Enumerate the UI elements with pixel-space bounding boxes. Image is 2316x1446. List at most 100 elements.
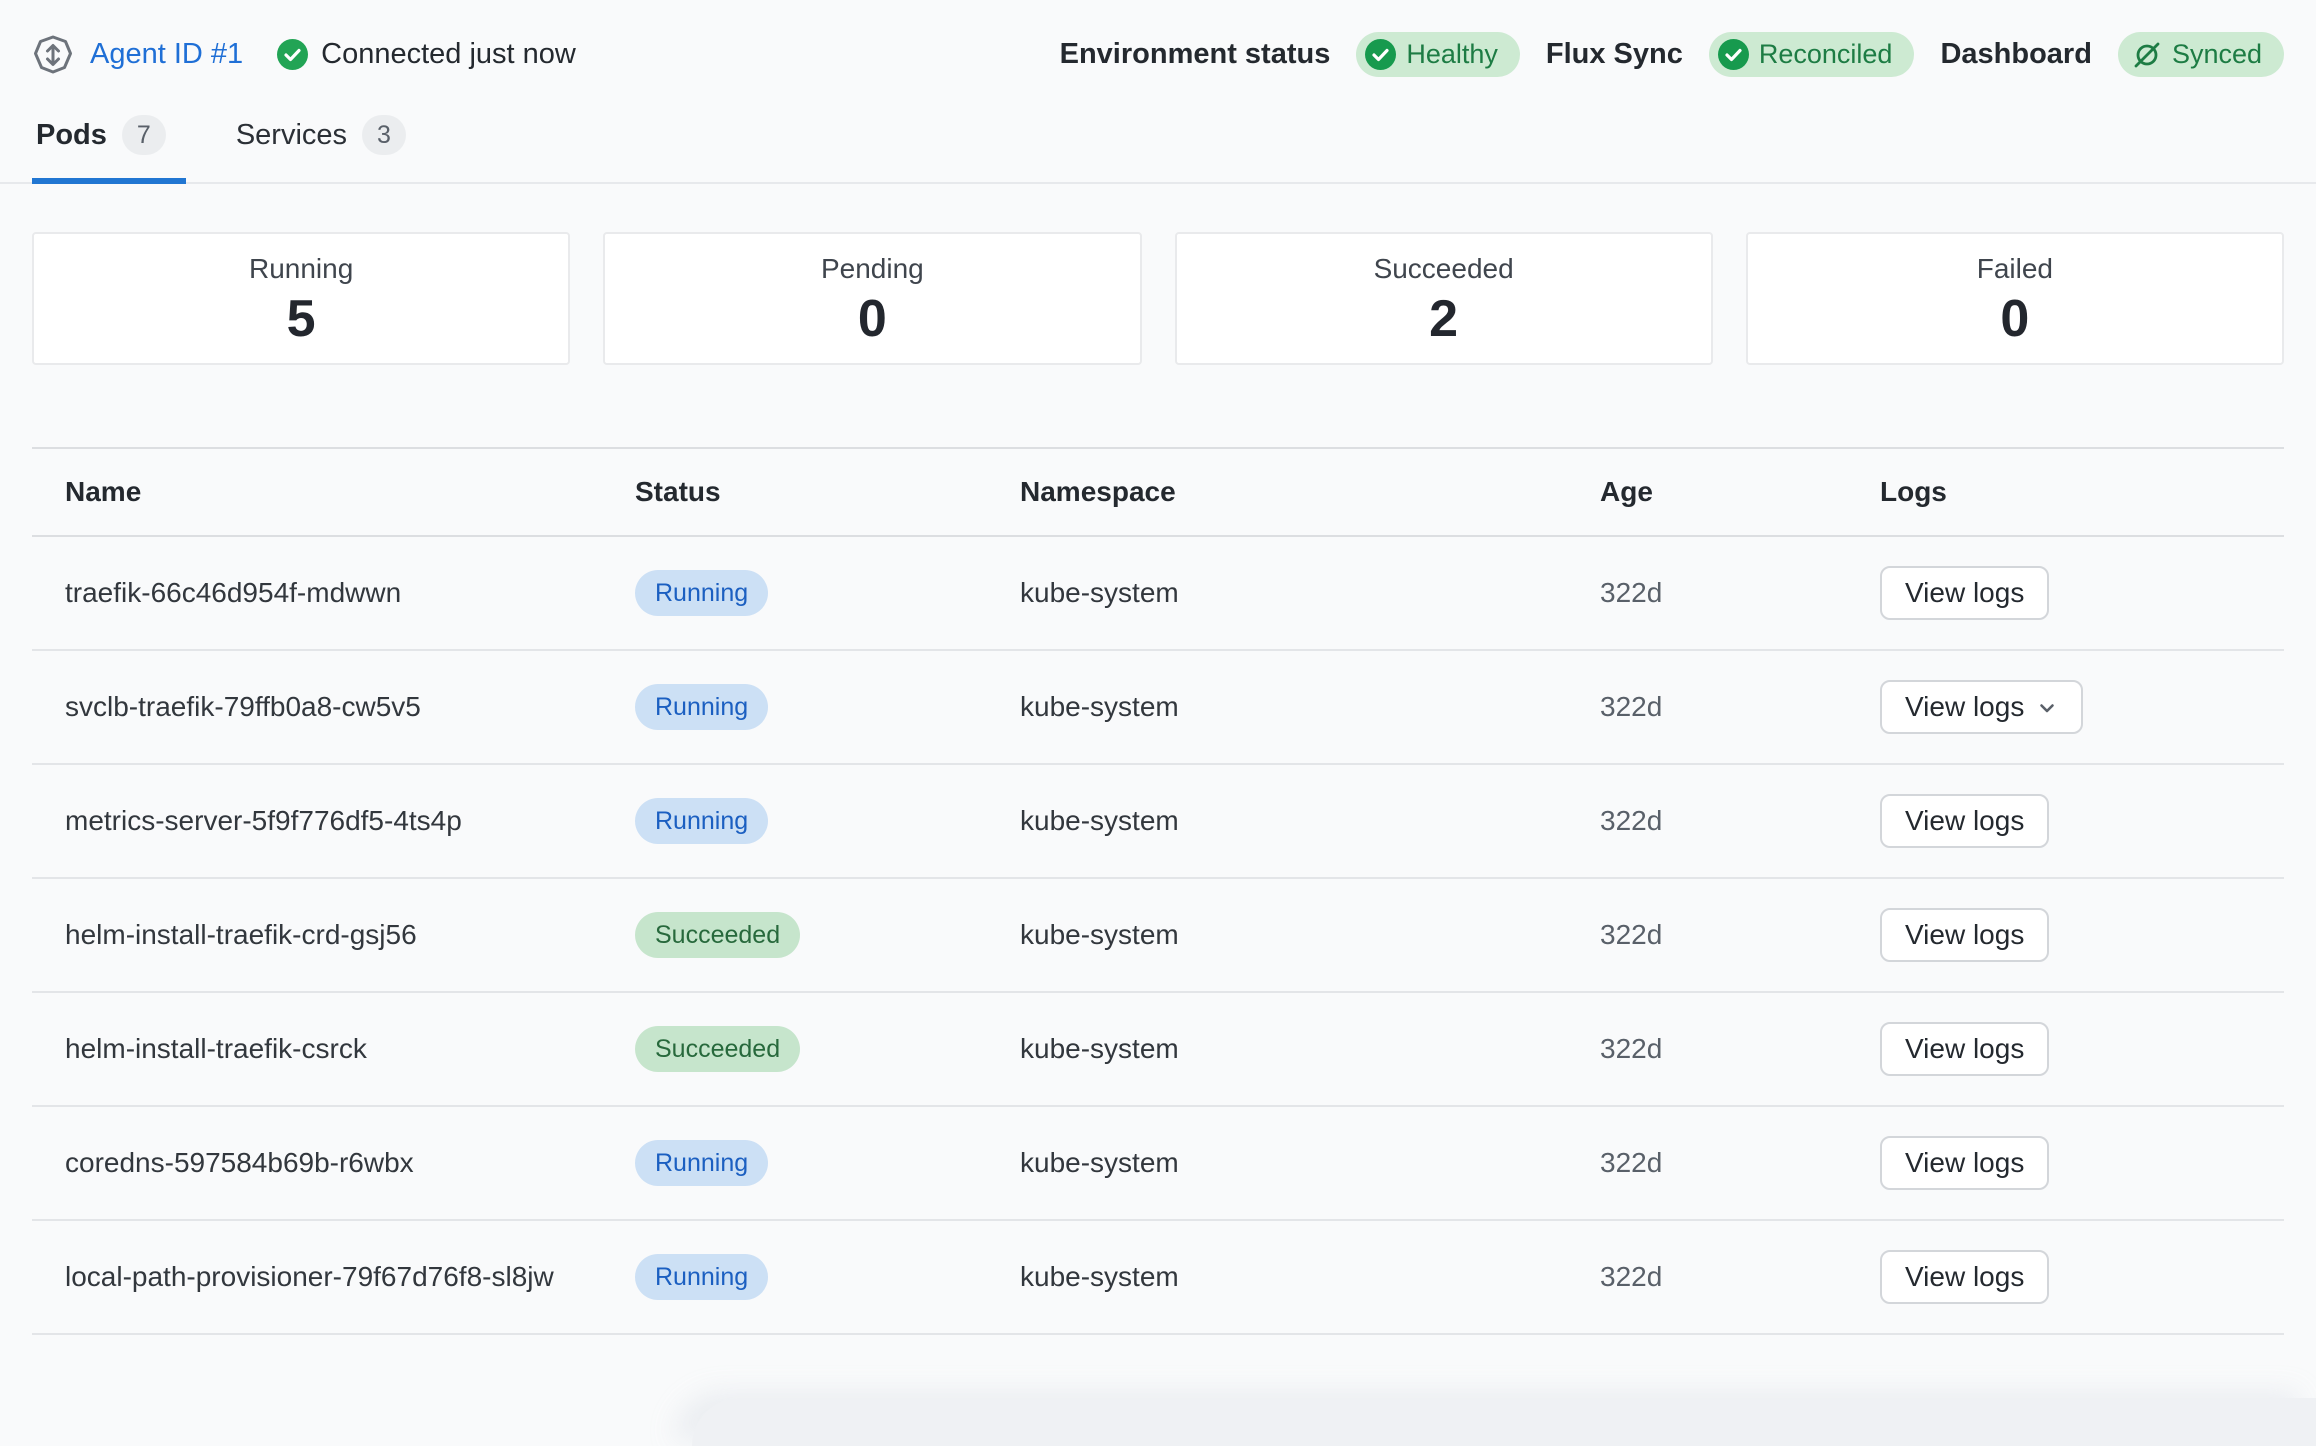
table-row: svclb-traefik-79ffb0a8-cw5v5 Running kub… bbox=[32, 651, 2284, 765]
pod-status-badge: Succeeded bbox=[635, 1026, 800, 1072]
view-logs-label: View logs bbox=[1905, 691, 2024, 723]
stat-card: Running 5 bbox=[32, 232, 570, 365]
view-logs-button[interactable]: View logs bbox=[1880, 566, 2049, 620]
view-logs-button[interactable]: View logs bbox=[1880, 1022, 2049, 1076]
view-logs-button[interactable]: View logs bbox=[1880, 908, 2049, 962]
pod-logs-cell: View logs bbox=[1880, 680, 2284, 734]
table-row: traefik-66c46d954f-mdwwn Running kube-sy… bbox=[32, 537, 2284, 651]
view-logs-label: View logs bbox=[1905, 1147, 2024, 1179]
dashboard-label: Dashboard bbox=[1940, 38, 2091, 71]
pod-age: 322d bbox=[1600, 1261, 1880, 1293]
pod-namespace: kube-system bbox=[1020, 577, 1600, 609]
stat-label: Failed bbox=[1977, 253, 2053, 285]
column-header-status: Status bbox=[635, 476, 1020, 508]
reconciled-badge: Reconciled bbox=[1709, 32, 1915, 77]
pods-table: Name Status Namespace Age Logs traefik-6… bbox=[32, 447, 2284, 1335]
pod-status-badge: Running bbox=[635, 798, 768, 844]
pod-status-badge: Running bbox=[635, 570, 768, 616]
table-row: helm-install-traefik-csrck Succeeded kub… bbox=[32, 993, 2284, 1107]
pod-namespace: kube-system bbox=[1020, 691, 1600, 723]
table-row: metrics-server-5f9f776df5-4ts4p Running … bbox=[32, 765, 2284, 879]
view-logs-label: View logs bbox=[1905, 919, 2024, 951]
pod-age: 322d bbox=[1600, 919, 1880, 951]
tab-services-count-badge: 3 bbox=[362, 115, 406, 155]
table-row: coredns-597584b69b-r6wbx Running kube-sy… bbox=[32, 1107, 2284, 1221]
pod-namespace: kube-system bbox=[1020, 805, 1600, 837]
stat-value: 5 bbox=[287, 293, 316, 345]
stat-value: 0 bbox=[858, 293, 887, 345]
view-logs-label: View logs bbox=[1905, 1033, 2024, 1065]
pod-namespace: kube-system bbox=[1020, 919, 1600, 951]
pod-status-cell: Running bbox=[635, 1140, 768, 1186]
table-row: helm-install-traefik-crd-gsj56 Succeeded… bbox=[32, 879, 2284, 993]
flux-sync-label: Flux Sync bbox=[1546, 38, 1683, 71]
view-logs-label: View logs bbox=[1905, 577, 2024, 609]
pod-namespace: kube-system bbox=[1020, 1261, 1600, 1293]
check-circle-icon bbox=[277, 39, 308, 70]
pod-name: local-path-provisioner-79f67d76f8-sl8jw bbox=[65, 1257, 635, 1298]
stat-value: 0 bbox=[2000, 293, 2029, 345]
column-header-age: Age bbox=[1600, 476, 1880, 508]
tab-bar: Pods 7 Services 3 bbox=[0, 101, 2316, 184]
healthy-badge: Healthy bbox=[1356, 32, 1520, 77]
pod-logs-cell: View logs bbox=[1880, 566, 2284, 620]
stat-card: Failed 0 bbox=[1746, 232, 2284, 365]
view-logs-button[interactable]: View logs bbox=[1880, 1136, 2049, 1190]
pod-logs-cell: View logs bbox=[1880, 1250, 2284, 1304]
table-body: traefik-66c46d954f-mdwwn Running kube-sy… bbox=[32, 537, 2284, 1335]
sync-slash-circle-icon bbox=[2132, 40, 2162, 70]
tab-pods[interactable]: Pods 7 bbox=[32, 101, 186, 182]
view-logs-label: View logs bbox=[1905, 805, 2024, 837]
stat-value: 2 bbox=[1429, 293, 1458, 345]
pod-status-cell: Running bbox=[635, 1254, 768, 1300]
synced-badge: Synced bbox=[2118, 32, 2284, 77]
stat-card: Pending 0 bbox=[603, 232, 1141, 365]
view-logs-button[interactable]: View logs bbox=[1880, 680, 2083, 734]
check-circle-icon bbox=[1718, 39, 1749, 70]
view-logs-button[interactable]: View logs bbox=[1880, 1250, 2049, 1304]
connection-status: Connected just now bbox=[277, 38, 576, 71]
pod-age: 322d bbox=[1600, 1147, 1880, 1179]
pod-name: coredns-597584b69b-r6wbx bbox=[65, 1143, 635, 1184]
view-logs-button[interactable]: View logs bbox=[1880, 794, 2049, 848]
check-circle-icon bbox=[1365, 39, 1396, 70]
column-header-logs: Logs bbox=[1880, 476, 2284, 508]
chevron-down-icon bbox=[2036, 697, 2058, 719]
environment-status-label: Environment status bbox=[1060, 38, 1331, 71]
pod-logs-cell: View logs bbox=[1880, 1136, 2284, 1190]
pod-status-cell: Succeeded bbox=[635, 1026, 800, 1072]
table-row: local-path-provisioner-79f67d76f8-sl8jw … bbox=[32, 1221, 2284, 1335]
stat-card: Succeeded 2 bbox=[1175, 232, 1713, 365]
pod-name: traefik-66c46d954f-mdwwn bbox=[65, 573, 635, 614]
agent-id-link[interactable]: Agent ID #1 bbox=[90, 38, 243, 71]
stat-label: Pending bbox=[821, 253, 924, 285]
pod-namespace: kube-system bbox=[1020, 1033, 1600, 1065]
pod-age: 322d bbox=[1600, 691, 1880, 723]
pod-status-badge: Succeeded bbox=[635, 912, 800, 958]
pod-name: metrics-server-5f9f776df5-4ts4p bbox=[65, 801, 635, 842]
pod-name: helm-install-traefik-crd-gsj56 bbox=[65, 915, 635, 956]
agent-info-group: Agent ID #1 Connected just now bbox=[32, 34, 576, 76]
pod-namespace: kube-system bbox=[1020, 1147, 1600, 1179]
tab-services[interactable]: Services 3 bbox=[232, 101, 426, 182]
pod-logs-cell: View logs bbox=[1880, 794, 2284, 848]
column-header-name: Name bbox=[65, 476, 635, 508]
pod-name: svclb-traefik-79ffb0a8-cw5v5 bbox=[65, 687, 635, 728]
top-bar: Agent ID #1 Connected just now Environme… bbox=[0, 0, 2316, 101]
pod-stats-cards: Running 5 Pending 0 Succeeded 2 Failed 0 bbox=[32, 232, 2284, 365]
tab-services-label: Services bbox=[236, 119, 347, 152]
pod-age: 322d bbox=[1600, 805, 1880, 837]
pod-age: 322d bbox=[1600, 577, 1880, 609]
environment-status-group: Environment status Healthy Flux Sync Rec… bbox=[1060, 32, 2284, 77]
stat-label: Running bbox=[249, 253, 353, 285]
pod-status-cell: Running bbox=[635, 798, 768, 844]
column-header-namespace: Namespace bbox=[1020, 476, 1600, 508]
pod-name: helm-install-traefik-csrck bbox=[65, 1029, 635, 1070]
pod-status-cell: Running bbox=[635, 684, 768, 730]
connected-text: Connected just now bbox=[321, 38, 576, 71]
pod-age: 322d bbox=[1600, 1033, 1880, 1065]
agent-shield-arrows-icon bbox=[32, 34, 74, 76]
pod-status-badge: Running bbox=[635, 1140, 768, 1186]
view-logs-label: View logs bbox=[1905, 1261, 2024, 1293]
pod-status-cell: Running bbox=[635, 570, 768, 616]
